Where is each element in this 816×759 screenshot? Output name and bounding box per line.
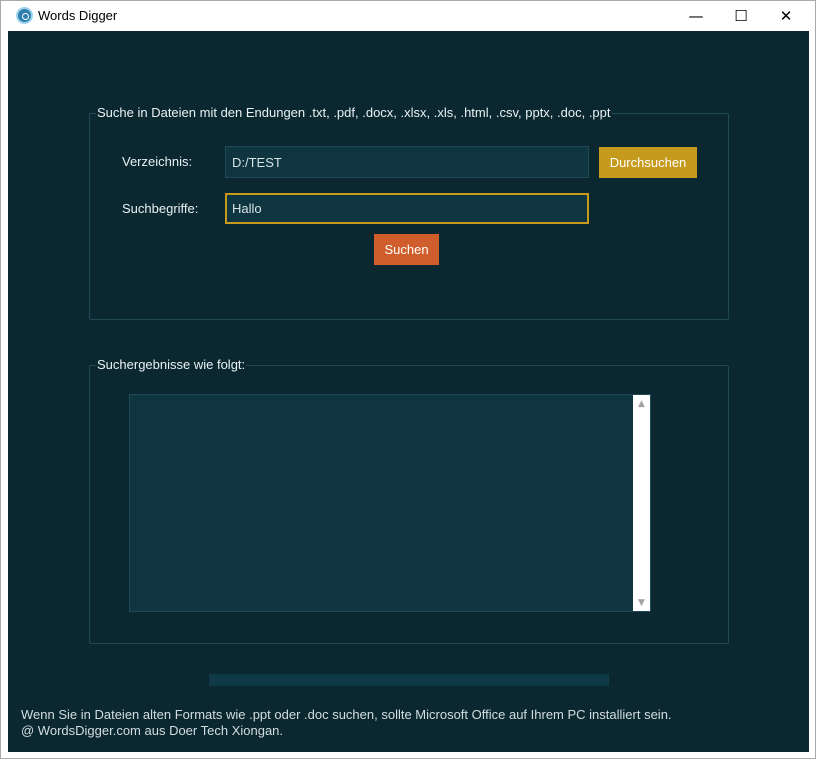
scroll-up-icon[interactable]: ▲	[633, 395, 650, 412]
results-group-legend: Suchergebnisse wie folgt:	[96, 357, 247, 372]
browse-button[interactable]: Durchsuchen	[599, 147, 697, 178]
scroll-down-icon[interactable]: ▼	[633, 594, 650, 611]
title-bar[interactable]: Words Digger — ☐ ✕	[1, 1, 815, 31]
maximize-button[interactable]: ☐	[718, 1, 764, 31]
close-button[interactable]: ✕	[763, 1, 809, 31]
directory-input[interactable]	[225, 146, 589, 178]
search-button[interactable]: Suchen	[374, 234, 439, 265]
results-scrollbar[interactable]: ▲ ▼	[633, 395, 650, 611]
minimize-button[interactable]: —	[673, 1, 719, 31]
main-panel: Suche in Dateien mit den Endungen .txt, …	[8, 31, 809, 752]
app-window: Words Digger — ☐ ✕ Suche in Dateien mit …	[0, 0, 816, 759]
search-terms-label: Suchbegriffe:	[122, 201, 199, 216]
directory-label: Verzeichnis:	[122, 154, 193, 169]
footer-copyright: @ WordsDigger.com aus Doer Tech Xiongan.	[21, 723, 284, 738]
footer-note: Wenn Sie in Dateien alten Formats wie .p…	[21, 707, 672, 722]
app-logo-icon	[16, 7, 33, 24]
results-text-area[interactable]: ▲ ▼	[129, 394, 651, 612]
search-group-legend: Suche in Dateien mit den Endungen .txt, …	[96, 105, 612, 120]
search-terms-input[interactable]	[225, 193, 589, 224]
window-title: Words Digger	[38, 8, 118, 23]
progress-bar	[209, 674, 609, 686]
